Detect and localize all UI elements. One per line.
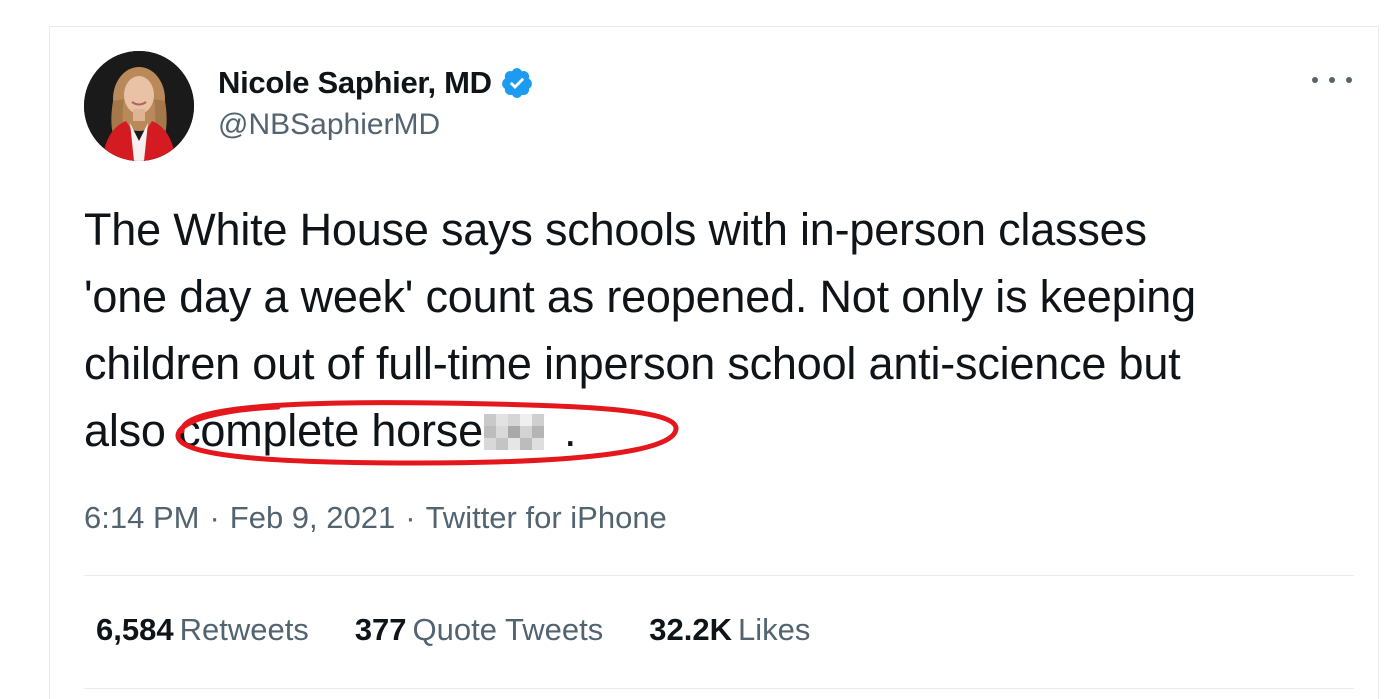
retweets-label: Retweets [179, 612, 309, 647]
quote-tweets-count: 377 [354, 612, 407, 647]
display-name[interactable]: Nicole Saphier, MD [218, 65, 492, 101]
tweet-text-line: children out of full-time inperson schoo… [84, 338, 1181, 389]
stat-quote-tweets[interactable]: 377 Quote Tweets [355, 612, 603, 648]
tweet-source[interactable]: Twitter for iPhone [426, 500, 667, 536]
stat-retweets[interactable]: 6,584 Retweets [96, 612, 309, 648]
stat-likes[interactable]: 32.2K Likes [649, 612, 810, 648]
meta-separator: · [209, 500, 220, 535]
tweet-date[interactable]: Feb 9, 2021 [230, 500, 395, 536]
meta-separator: · [405, 500, 416, 535]
retweets-count: 6,584 [96, 612, 174, 647]
tweet-stats: 6,584 Retweets 377 Quote Tweets 32.2K Likes [96, 612, 856, 648]
tweet-text-line: The White House says schools with in-per… [84, 204, 1147, 255]
likes-count: 32.2K [649, 612, 732, 647]
tweet-text-prefix: also [84, 405, 179, 456]
highlighted-phrase: complete horse . [178, 397, 576, 464]
author-name-row[interactable]: Nicole Saphier, MD [218, 63, 534, 103]
tweet-time[interactable]: 6:14 PM [84, 500, 199, 536]
page: Nicole Saphier, MD @NBSaphierMD The Whit… [0, 0, 1400, 699]
tweet-metadata: 6:14 PM · Feb 9, 2021 · Twitter for iPho… [84, 500, 667, 536]
quote-tweets-label: Quote Tweets [412, 612, 604, 647]
verified-badge-icon [500, 66, 534, 100]
more-horizontal-icon[interactable] [1312, 68, 1352, 92]
likes-label: Likes [738, 612, 811, 647]
tweet-text: The White House says schools with in-per… [84, 196, 1364, 464]
divider [84, 688, 1354, 689]
avatar[interactable] [84, 51, 194, 161]
highlighted-text: complete horse [178, 405, 483, 456]
avatar-photo [84, 51, 194, 161]
author-handle[interactable]: @NBSaphierMD [218, 108, 440, 142]
censored-suffix: . [563, 405, 577, 456]
censored-pixelation [483, 412, 564, 450]
tweet-text-line-last: also complete horse . [84, 397, 1364, 464]
divider [84, 575, 1354, 576]
tweet-text-line: 'one day a week' count as reopened. Not … [84, 271, 1196, 322]
